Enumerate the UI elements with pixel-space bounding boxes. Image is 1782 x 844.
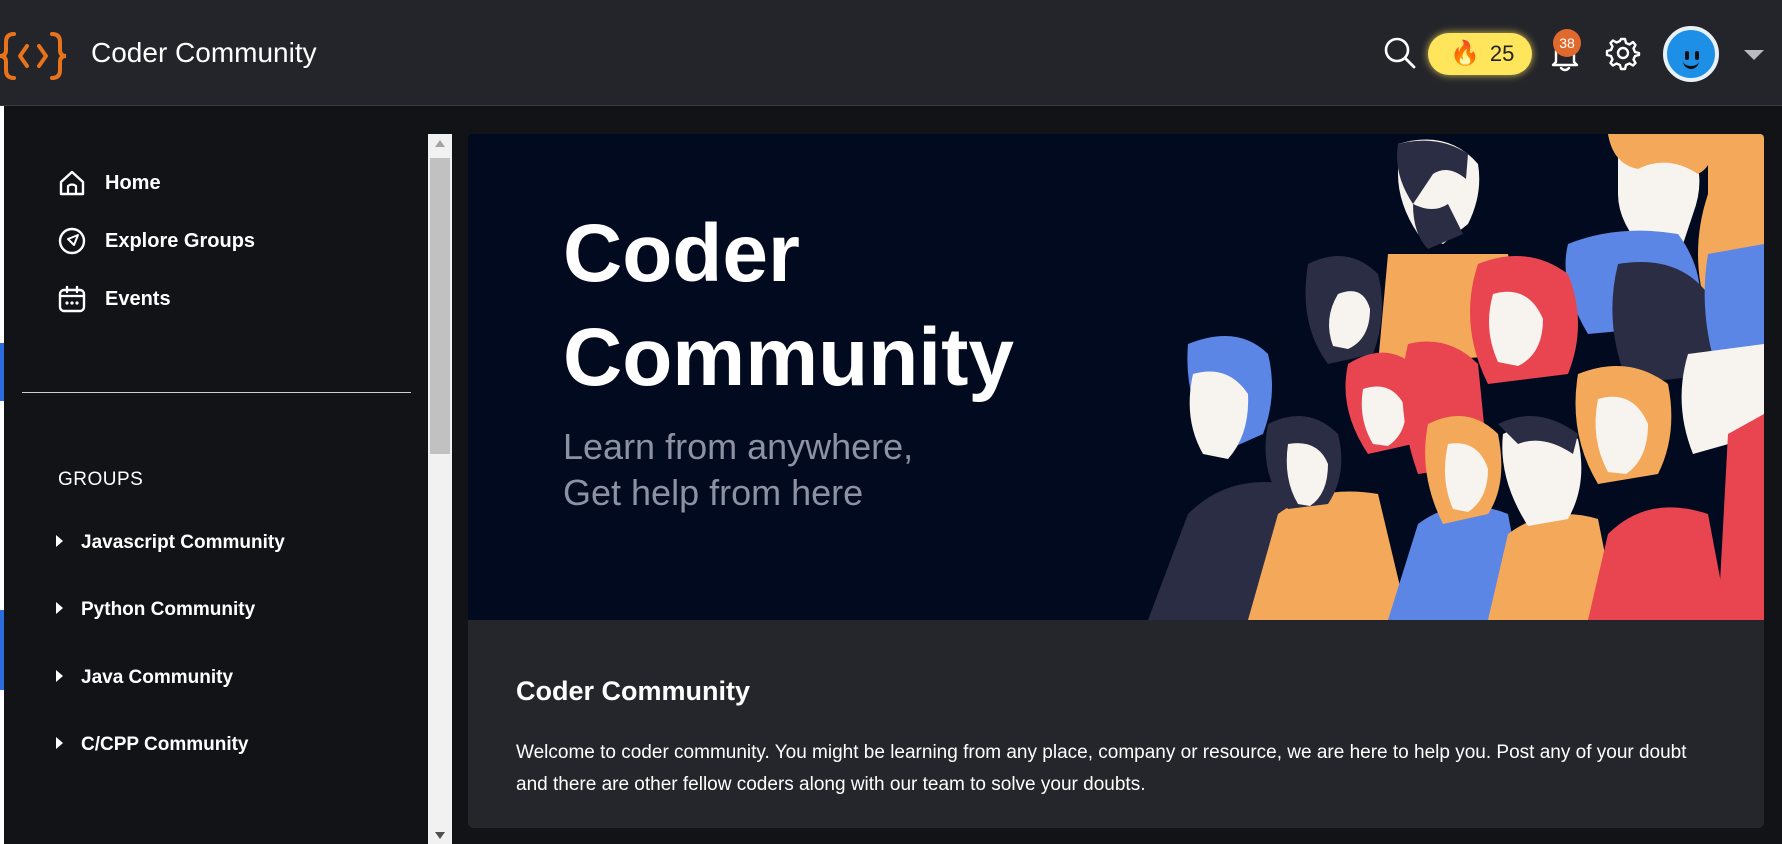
banner-title-line: Community [563, 312, 1014, 403]
home-icon [59, 170, 85, 196]
chevron-down-icon[interactable] [1744, 50, 1764, 60]
caret-right-icon[interactable] [56, 602, 63, 614]
sidebar-item-explore-groups[interactable]: Explore Groups [56, 224, 255, 258]
banner-title: Coder Community [563, 202, 1014, 410]
sidebar-item-events[interactable]: Events [56, 282, 171, 316]
avatar-smile [1683, 61, 1699, 69]
scroll-down-arrow[interactable] [435, 832, 445, 839]
caret-right-icon[interactable] [56, 535, 63, 547]
scroll-up-arrow[interactable] [435, 140, 445, 147]
app-title[interactable]: Coder Community [91, 37, 317, 69]
logo-icon[interactable] [0, 28, 66, 84]
group-label: Javascript Community [81, 532, 285, 553]
sidebar-item-home[interactable]: Home [56, 166, 161, 200]
search-icon[interactable] [1381, 34, 1419, 72]
sidebar-divider [22, 392, 411, 393]
banner-subtitle-line: Get help from here [563, 472, 864, 513]
banner-subtitle-line: Learn from anywhere, [563, 426, 914, 467]
scroll-thumb[interactable] [430, 158, 450, 454]
card-description: Welcome to coder community. You might be… [516, 742, 1687, 795]
group-label: C/CPP Community [81, 734, 249, 755]
streak-counter[interactable]: 🔥 25 [1428, 33, 1532, 75]
sidebar-item-label: Explore Groups [105, 229, 256, 252]
streak-count: 25 [1489, 41, 1515, 66]
avatar[interactable] [1663, 26, 1719, 82]
group-item-javascript[interactable]: Javascript Community [56, 528, 285, 558]
main-content: Coder Community Learn from anywhere, Get… [452, 106, 1782, 844]
banner-subtitle: Learn from anywhere, Get help from here [563, 424, 913, 516]
notification-badge: 38 [1553, 29, 1581, 57]
sidebar-scrollbar[interactable] [428, 134, 452, 844]
caret-right-icon[interactable] [56, 737, 63, 749]
sidebar: Home Explore Groups Events GROUPS Javasc… [4, 106, 428, 844]
avatar-eye [1685, 51, 1689, 60]
caret-right-icon[interactable] [56, 670, 63, 682]
banner-title-line: Coder [563, 208, 800, 299]
group-item-java[interactable]: Java Community [56, 663, 233, 693]
groups-header: GROUPS [58, 469, 144, 490]
calendar-icon [58, 285, 86, 313]
group-label: Python Community [81, 599, 256, 620]
gear-icon[interactable] [1604, 34, 1642, 72]
group-item-python[interactable]: Python Community [56, 595, 255, 625]
people-crowd-illustration [1148, 134, 1764, 620]
group-label: Java Community [81, 667, 234, 688]
community-info-card: Coder Community Welcome to coder communi… [468, 620, 1764, 828]
top-bar: Coder Community 🔥 25 38 [0, 0, 1782, 106]
avatar-eye [1695, 51, 1699, 60]
sidebar-item-label: Home [105, 171, 161, 194]
group-item-ccpp[interactable]: C/CPP Community [56, 730, 249, 760]
fire-icon: 🔥 [1450, 40, 1480, 67]
compass-icon [58, 227, 86, 255]
sidebar-item-label: Events [105, 287, 171, 310]
community-banner: Coder Community Learn from anywhere, Get… [468, 134, 1764, 620]
card-title: Coder Community [516, 676, 751, 706]
